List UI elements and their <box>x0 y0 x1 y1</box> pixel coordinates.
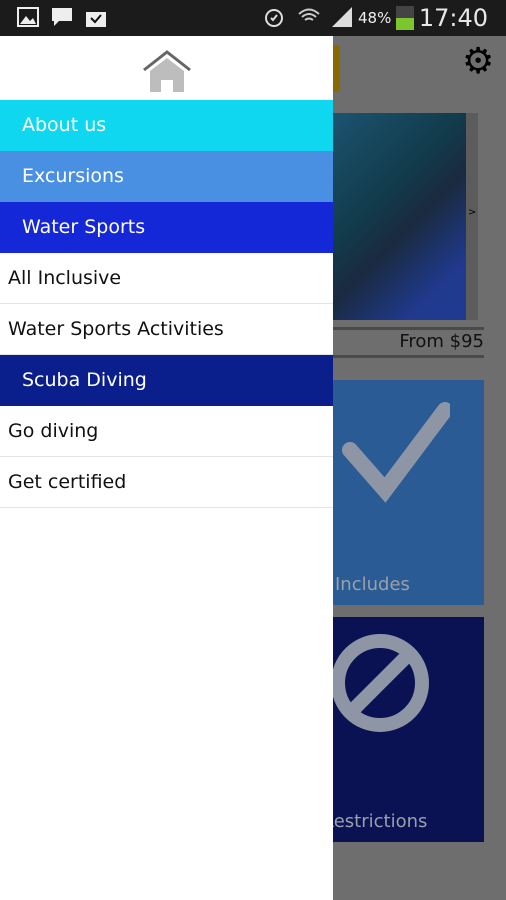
gallery-next-arrow[interactable]: > <box>468 207 476 218</box>
includes-label: Includes <box>335 574 410 595</box>
clock: 17:40 <box>418 4 488 32</box>
battery-icon <box>396 6 414 30</box>
prohibited-icon <box>331 634 429 732</box>
drawer-item-go-diving[interactable]: Go diving <box>0 406 333 457</box>
wifi-icon <box>298 8 320 21</box>
gear-icon[interactable]: ⚙ <box>462 44 494 80</box>
drawer-item-scuba-diving[interactable]: Scuba Diving <box>0 355 333 406</box>
drawer-item-get-certified[interactable]: Get certified <box>0 457 333 508</box>
signal-icon <box>332 7 352 27</box>
restrictions-label: Restrictions <box>322 811 428 832</box>
price-label: From $95 <box>399 331 484 352</box>
home-icon[interactable] <box>142 50 192 92</box>
navigation-drawer: About us Excursions Water Sports All Inc… <box>0 36 333 900</box>
drawer-item-excursions[interactable]: Excursions <box>0 151 333 202</box>
alarm-icon <box>265 9 283 27</box>
drawer-item-water-sports-activities[interactable]: Water Sports Activities <box>0 304 333 355</box>
drawer-item-about-us[interactable]: About us <box>0 100 333 151</box>
check-icon <box>342 402 450 503</box>
drawer-item-water-sports[interactable]: Water Sports <box>0 202 333 253</box>
status-bar: 48% 17:40 <box>0 0 506 36</box>
shopping-bag-icon <box>86 12 106 27</box>
gallery-icon <box>17 7 39 27</box>
bbm-icon <box>52 8 72 26</box>
drawer-item-all-inclusive[interactable]: All Inclusive <box>0 253 333 304</box>
battery-percent: 48% <box>358 9 392 27</box>
drawer-header <box>0 36 333 100</box>
